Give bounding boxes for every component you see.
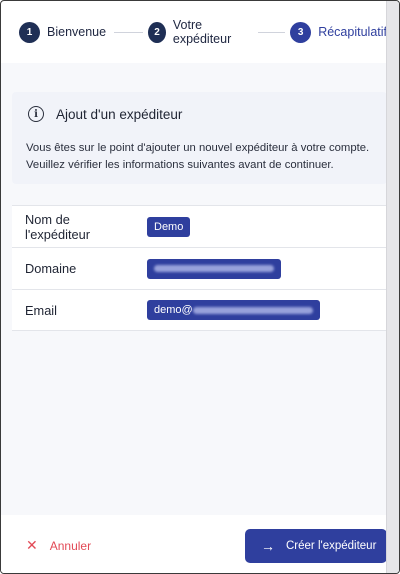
create-sender-button[interactable]: → Créer l'expéditeur (245, 529, 387, 563)
step-connector (114, 31, 144, 33)
info-text: Vous êtes sur le point d'ajouter un nouv… (26, 142, 370, 171)
step-connector (257, 31, 286, 33)
detail-label: Nom de l'expéditeur (25, 211, 91, 242)
step-number: 1 (19, 21, 40, 43)
step-summary[interactable]: 3 Récapitulatif (290, 21, 387, 43)
detail-row-domain: Domaine (12, 247, 387, 289)
add-sender-dialog: 1 Bienvenue 2 Votre expéditeur 3 Récapit… (0, 0, 400, 574)
sender-name-badge: Demo (147, 216, 191, 237)
step-welcome[interactable]: 1 Bienvenue (19, 21, 107, 43)
step-number: 2 (148, 21, 166, 43)
detail-row-name: Nom de l'expéditeur Demo (12, 205, 387, 247)
step-label: Bienvenue (47, 25, 107, 39)
step-sender[interactable]: 2 Votre expéditeur (148, 18, 250, 46)
step-label: Votre expéditeur (172, 18, 232, 46)
detail-row-email: Email demo@ (12, 289, 387, 331)
info-circle-icon: i (28, 106, 44, 122)
email-prefix: demo@ (154, 304, 193, 316)
create-label: Créer l'expéditeur (286, 540, 377, 552)
redacted-domain (154, 265, 274, 272)
dialog-footer: ✕ Annuler → Créer l'expéditeur (1, 515, 387, 573)
arrow-right-icon: → (261, 538, 275, 554)
detail-label: Email (25, 302, 57, 318)
domain-badge (147, 258, 281, 279)
info-card: i Ajout d'un expéditeur Vous êtes sur le… (12, 92, 387, 184)
cancel-label: Annuler (49, 538, 92, 553)
stepper: 1 Bienvenue 2 Votre expéditeur 3 Récapit… (1, 1, 387, 63)
redacted-email-domain (192, 306, 313, 314)
cancel-button[interactable]: ✕ Annuler (26, 537, 91, 554)
step-label: Récapitulatif (318, 25, 387, 39)
email-badge: demo@ (147, 300, 320, 320)
step-number: 3 (290, 21, 312, 43)
content-area: i Ajout d'un expéditeur Vous êtes sur le… (1, 63, 387, 515)
close-icon: ✕ (26, 537, 38, 553)
sender-details: Nom de l'expéditeur Demo Domaine Email d… (12, 205, 387, 331)
scrollbar[interactable] (386, 1, 399, 573)
info-title: Ajout d'un expéditeur (56, 106, 183, 122)
info-title-row: i Ajout d'un expéditeur (28, 106, 182, 122)
detail-label: Domaine (25, 261, 77, 276)
